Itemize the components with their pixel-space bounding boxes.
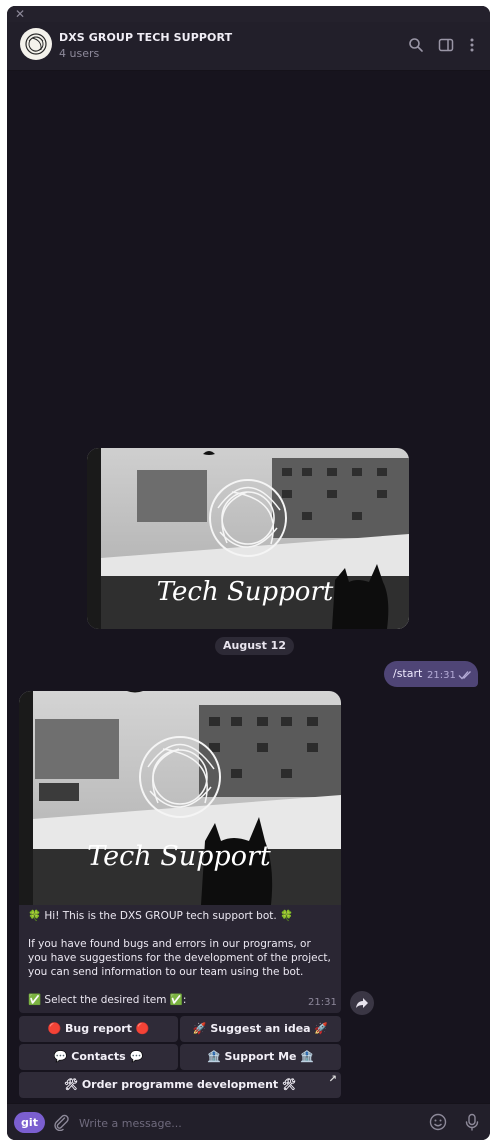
tech-support-caption: Tech Support — [157, 577, 334, 607]
double-check-icon — [458, 671, 471, 680]
support-me-button[interactable]: 🏦 Support Me 🏦 — [180, 1044, 341, 1070]
message-text: 🍀 Hi! This is the DXS GROUP tech support… — [28, 910, 331, 1006]
forward-icon — [356, 998, 368, 1008]
chat-avatar[interactable] — [20, 28, 52, 60]
more-vertical-icon[interactable] — [464, 37, 480, 53]
chat-title: DXS GROUP TECH SUPPORT — [59, 31, 233, 44]
outgoing-message[interactable]: /start 21:31 — [384, 661, 478, 687]
message-time: 21:31 — [427, 670, 456, 681]
order-development-button[interactable]: 🛠 Order programme development 🛠 ↗ — [19, 1072, 341, 1098]
bot-command-button[interactable]: git — [14, 1112, 45, 1133]
search-icon[interactable] — [408, 37, 424, 53]
incoming-message[interactable]: Tech Support 🍀 Hi! This is the DXS GROUP… — [19, 691, 341, 1013]
emoji-icon[interactable] — [429, 1113, 447, 1131]
attach-icon[interactable] — [52, 1113, 70, 1131]
forward-button[interactable] — [350, 991, 374, 1015]
bug-report-button[interactable]: 🔴 Bug report 🔴 — [19, 1016, 178, 1042]
external-link-icon: ↗ — [328, 1074, 337, 1085]
message-time: 21:31 — [308, 997, 337, 1008]
message-photo[interactable]: Tech Support — [19, 691, 341, 905]
date-separator: August 12 — [215, 637, 294, 655]
button-label: 🛠 Order programme development 🛠 — [64, 1078, 296, 1091]
chat-header[interactable]: DXS GROUP TECH SUPPORT 4 users — [7, 22, 490, 71]
tech-support-caption: Tech Support — [87, 841, 271, 872]
message-input[interactable] — [77, 1112, 411, 1135]
contacts-button[interactable]: 💬 Contacts 💬 — [19, 1044, 178, 1070]
message-text: /start — [393, 667, 423, 680]
message-list[interactable]: Tech Support August 12 /start 21:31 Tech… — [7, 71, 490, 1103]
window-close-button[interactable]: ✕ — [15, 6, 25, 22]
tech-support-image: Tech Support — [19, 691, 341, 905]
member-count: 4 users — [59, 47, 100, 60]
sidebar-toggle-icon[interactable] — [438, 37, 454, 53]
microphone-icon[interactable] — [463, 1113, 481, 1131]
title-bar: ✕ — [7, 6, 490, 22]
tech-support-image: Tech Support — [87, 448, 409, 629]
logo-icon — [25, 33, 47, 55]
bot-intro-photo[interactable]: Tech Support — [87, 448, 409, 629]
suggest-idea-button[interactable]: 🚀 Suggest an idea 🚀 — [180, 1016, 341, 1042]
message-composer: git — [7, 1103, 490, 1140]
telegram-window: ✕ DXS GROUP TECH SUPPORT 4 users Tech Su… — [7, 6, 490, 1140]
